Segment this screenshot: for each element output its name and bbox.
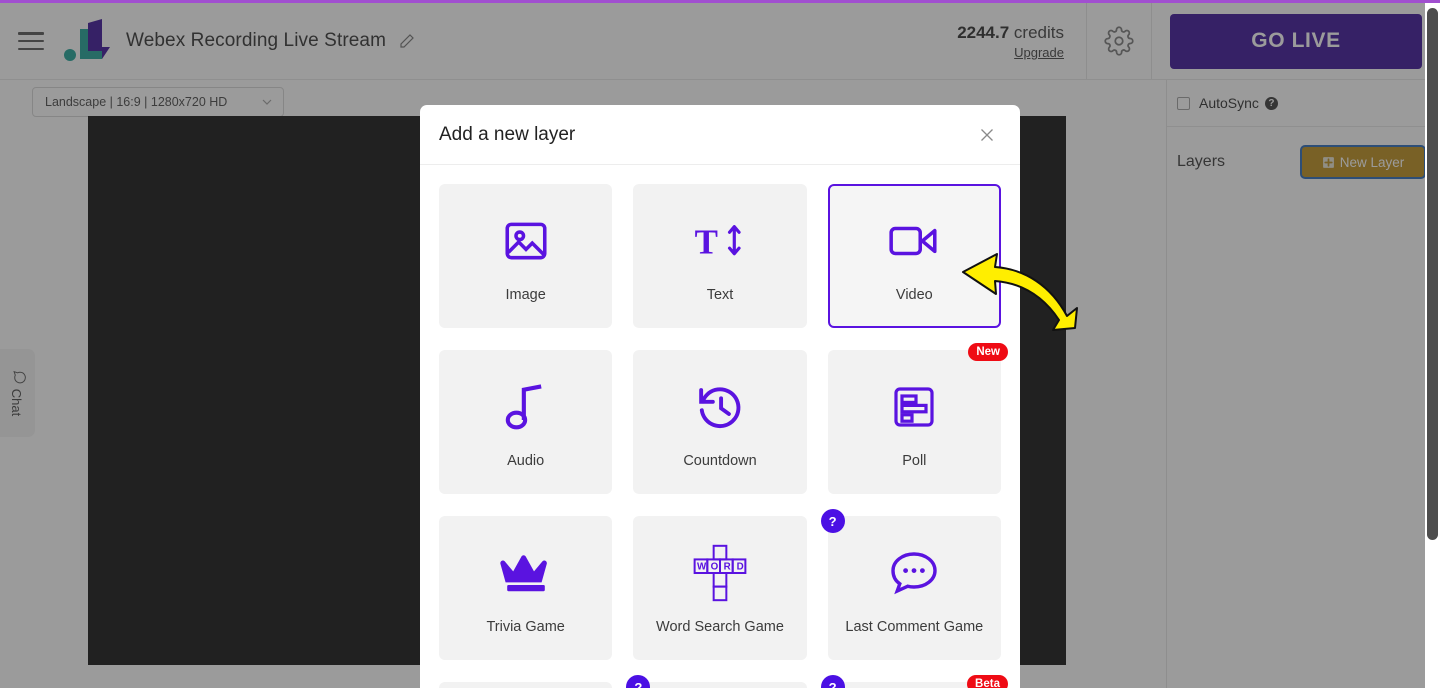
layer-tile-row4-3[interactable]: ? Beta <box>820 675 1008 688</box>
layer-tile-label: Audio <box>507 453 545 469</box>
new-badge: New <box>968 343 1008 361</box>
layer-tile-trivia-game[interactable]: Trivia Game <box>439 516 613 660</box>
help-badge-icon[interactable]: ? <box>820 675 845 688</box>
layer-tile-label: Video <box>895 287 933 303</box>
modal-title: Add a new layer <box>439 123 576 145</box>
svg-text:W: W <box>697 561 707 572</box>
crown-icon <box>499 541 552 605</box>
layer-tile-last-comment-game[interactable]: ? Last Comment Game <box>820 509 1001 660</box>
layer-tile-label: Trivia Game <box>486 619 565 635</box>
layer-tile-row4-2[interactable]: ? <box>626 675 807 688</box>
top-accent-bar <box>0 0 1440 3</box>
svg-text:D: D <box>737 561 744 572</box>
modal-body: Image T Text Video Audio Countdown New P… <box>420 165 1020 688</box>
image-icon <box>501 209 551 273</box>
clock-rewind-icon <box>694 375 746 439</box>
app-root: Webex Recording Live Stream 2244.7 credi… <box>0 0 1440 688</box>
crossword-icon: W O R D <box>692 541 748 605</box>
music-note-icon <box>503 375 549 439</box>
layer-tile-row4-1[interactable] <box>439 682 613 688</box>
layer-tile-label: Poll <box>902 453 927 469</box>
layer-tile-countdown[interactable]: Countdown New <box>633 350 807 494</box>
layer-type-grid: Image T Text Video Audio Countdown New P… <box>439 184 1008 688</box>
help-badge-icon[interactable]: ? <box>626 675 651 688</box>
layer-tile-label: Image <box>505 287 546 303</box>
layer-tile-text[interactable]: T Text <box>633 184 807 328</box>
add-layer-modal: Add a new layer Image T Text Video Audio… <box>420 105 1020 688</box>
video-camera-icon <box>887 209 941 273</box>
layer-tile-word-search-game[interactable]: W O R D Word Search Game <box>633 516 807 660</box>
close-icon[interactable] <box>976 124 998 146</box>
svg-text:R: R <box>724 561 731 572</box>
layer-tile-video[interactable]: Video <box>827 184 1001 328</box>
svg-text:T: T <box>695 223 718 262</box>
help-badge-icon[interactable]: ? <box>820 509 845 533</box>
vertical-scrollbar-thumb[interactable] <box>1427 8 1438 540</box>
layer-tile-poll[interactable]: New Poll <box>827 343 1008 494</box>
layer-tile-image[interactable]: Image <box>439 184 613 328</box>
layer-tile-label: Text <box>706 287 734 303</box>
speech-bubble-icon <box>888 541 940 605</box>
layer-tile-label: Last Comment Game <box>845 619 984 635</box>
poll-bars-icon <box>890 375 938 439</box>
layer-tile-label: Countdown <box>683 453 757 469</box>
svg-text:O: O <box>711 561 719 572</box>
layer-tile-audio[interactable]: Audio <box>439 350 613 494</box>
modal-header: Add a new layer <box>420 105 1020 165</box>
text-size-icon: T <box>693 209 747 273</box>
page-scrollbar[interactable] <box>1425 0 1440 688</box>
layer-tile-label: Word Search Game <box>656 619 784 635</box>
beta-badge: Beta <box>967 675 1008 688</box>
